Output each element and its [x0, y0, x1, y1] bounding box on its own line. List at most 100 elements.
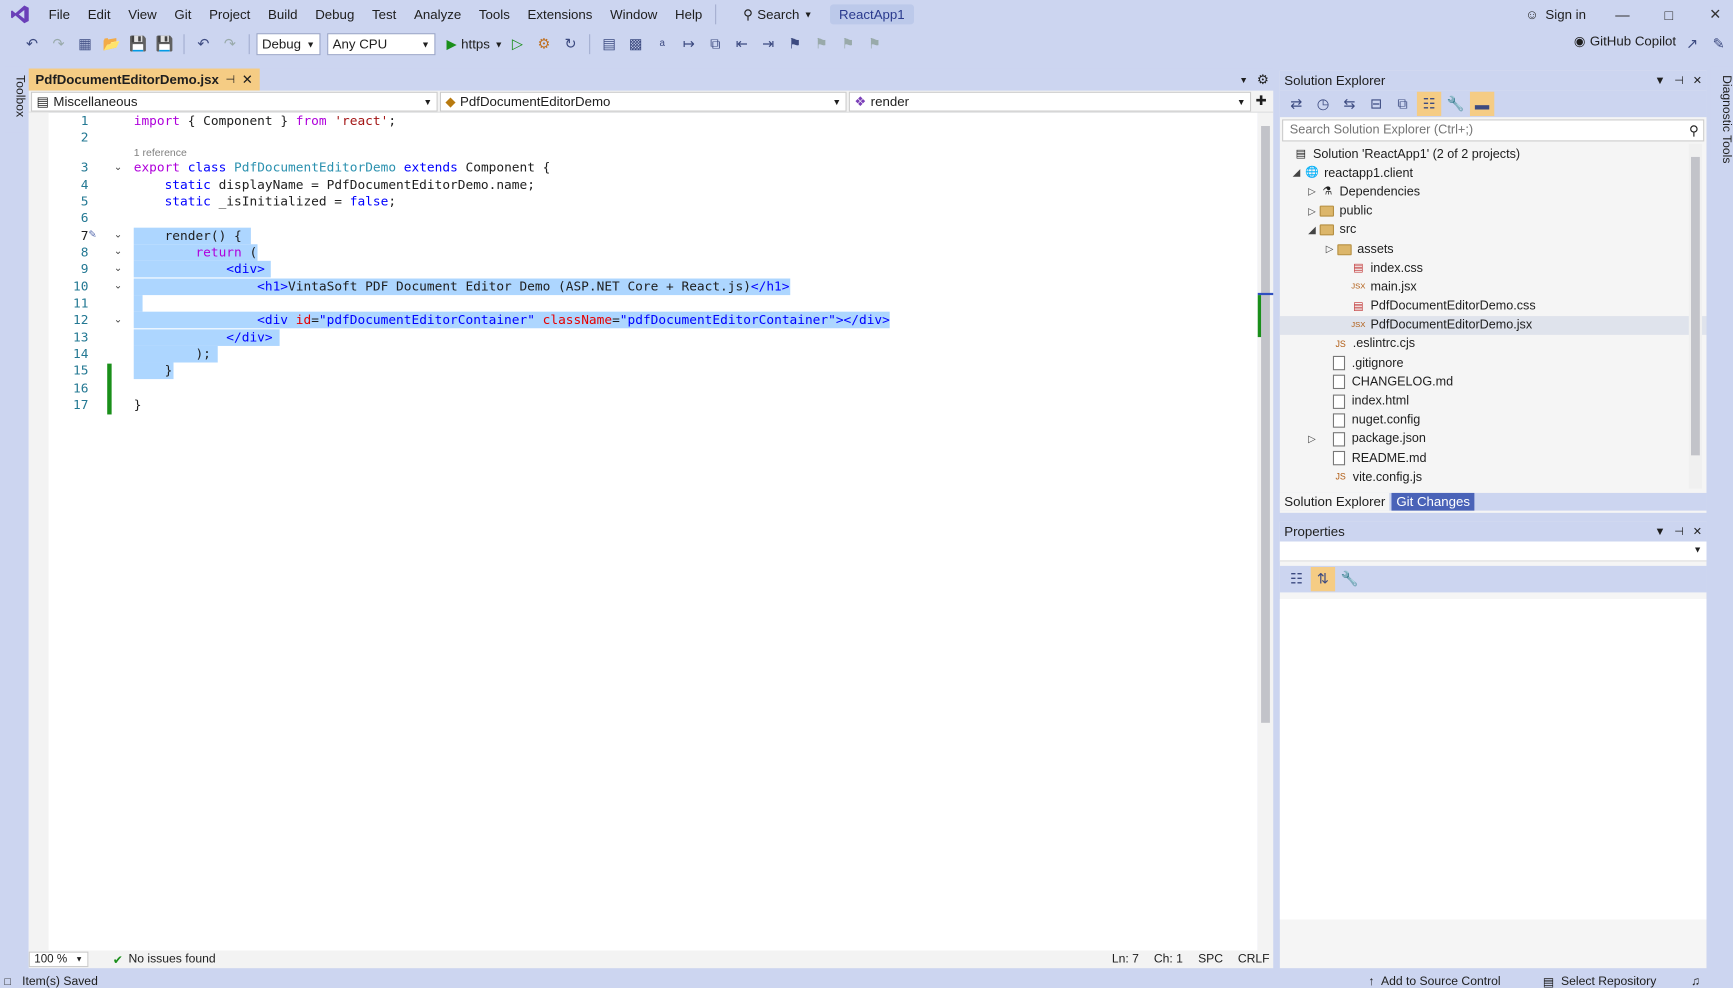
redo-icon[interactable]: ↷	[218, 32, 242, 56]
codelens-references[interactable]: 1 reference	[134, 147, 187, 159]
object-selector[interactable]: ▼	[1279, 541, 1707, 562]
menu-debug[interactable]: Debug	[306, 0, 363, 29]
pin-icon[interactable]: ⊣	[226, 73, 236, 85]
browser-link-icon[interactable]: ▤	[597, 32, 621, 56]
wrench-icon[interactable]: 🔧	[1443, 92, 1467, 116]
preview-icon[interactable]: ▬	[1469, 91, 1495, 117]
tree-item-gitignore[interactable]: .gitignore	[1280, 354, 1707, 373]
project-dropdown[interactable]: ▤ Miscellaneous ▼	[30, 91, 438, 112]
tree-item-dependencies[interactable]: ▷ ⚗ Dependencies	[1280, 183, 1707, 202]
add-to-source-control-button[interactable]: ↑ Add to Source Control	[1368, 975, 1500, 988]
menu-extensions[interactable]: Extensions	[519, 0, 602, 29]
forward-icon[interactable]: ↷	[46, 32, 70, 56]
history-icon[interactable]: ◷	[1311, 92, 1335, 116]
tree-item-changelog[interactable]: CHANGELOG.md	[1280, 373, 1707, 392]
minimize-button[interactable]: —	[1598, 0, 1647, 29]
property-grid[interactable]	[1279, 599, 1707, 920]
collapsed-caret-icon[interactable]: ▷	[1304, 186, 1319, 198]
platform-dropdown[interactable]: Any CPU ▼	[327, 33, 436, 56]
new-project-icon[interactable]: ▦	[73, 32, 97, 56]
toolbox-tab[interactable]: Toolbox	[4, 66, 27, 133]
editor-vertical-scrollbar[interactable]	[1257, 112, 1274, 951]
sign-in-button[interactable]: ☺ Sign in	[1525, 0, 1586, 29]
scrollbar-thumb[interactable]	[1691, 156, 1700, 456]
show-all-icon[interactable]: ⧉	[1390, 92, 1414, 116]
menu-help[interactable]: Help	[666, 0, 711, 29]
collapsed-caret-icon[interactable]: ▷	[1322, 243, 1337, 255]
issues-indicator[interactable]: ✔ No issues found	[113, 952, 216, 967]
github-copilot-button[interactable]: ◉ GitHub Copilot	[1574, 33, 1676, 48]
tree-item-assets[interactable]: ▷ assets	[1280, 240, 1707, 259]
collapsed-caret-icon[interactable]: ▷	[1304, 205, 1319, 217]
alphabetical-icon[interactable]: ⇅	[1310, 566, 1336, 592]
tree-item-solution[interactable]: ▤ Solution 'ReactApp1' (2 of 2 projects)	[1280, 145, 1707, 164]
layout-icon[interactable]: ▩	[624, 32, 648, 56]
search-button[interactable]: ⚲ Search ▼	[734, 0, 821, 29]
outdent-icon[interactable]: ⇤	[730, 32, 754, 56]
collapse-icon[interactable]: ⌄	[114, 280, 122, 292]
expanded-caret-icon[interactable]: ◢	[1304, 224, 1319, 236]
tab-pdfdocumenteditordemo-jsx[interactable]: PdfDocumentEditorDemo.jsx ⊣ ✕	[28, 68, 260, 91]
tree-item-main-jsx[interactable]: JSX main.jsx	[1280, 278, 1707, 297]
solution-search-input[interactable]	[1287, 122, 1642, 139]
dropdown-icon[interactable]: ▼	[1655, 75, 1666, 87]
tree-item-package-json[interactable]: ▷ package.json	[1280, 430, 1707, 449]
close-icon[interactable]: ✕	[242, 72, 253, 87]
menu-file[interactable]: File	[40, 0, 79, 29]
swap-icon[interactable]: ⇆	[1337, 92, 1361, 116]
open-folder-icon[interactable]: 📂	[99, 32, 123, 56]
solution-search-box[interactable]: ⚲	[1282, 119, 1705, 142]
feedback-icon[interactable]: ✎	[1706, 32, 1730, 56]
refresh-icon[interactable]: ↻	[558, 32, 582, 56]
dropdown-icon[interactable]: ▼	[1655, 526, 1666, 538]
menu-analyze[interactable]: Analyze	[405, 0, 470, 29]
pin-icon[interactable]: ⊣	[1674, 526, 1684, 538]
collapse-icon[interactable]: ⌄	[114, 314, 122, 326]
tree-item-vite-config[interactable]: JS vite.config.js	[1280, 468, 1707, 487]
menu-view[interactable]: View	[119, 0, 165, 29]
tab-git-changes[interactable]: Git Changes	[1391, 492, 1475, 511]
collapsed-caret-icon[interactable]: ▷	[1304, 433, 1319, 445]
categorized-icon[interactable]: ☷	[1284, 567, 1308, 591]
notifications-icon[interactable]: ♫	[1691, 975, 1700, 988]
share-icon[interactable]: ↗	[1680, 32, 1704, 56]
configuration-dropdown[interactable]: Debug ▼	[256, 33, 321, 56]
collapse-icon[interactable]: ⌄	[114, 229, 122, 241]
type-dropdown[interactable]: ◆ PdfDocumentEditorDemo ▼	[439, 91, 847, 112]
close-icon[interactable]: ✕	[1693, 75, 1702, 87]
expanded-caret-icon[interactable]: ◢	[1289, 167, 1304, 179]
save-all-icon[interactable]: 💾	[153, 32, 177, 56]
start-without-debugging-icon[interactable]: ▷	[505, 32, 529, 56]
undo-icon[interactable]: ↶	[191, 32, 215, 56]
tree-item-project[interactable]: ◢ 🌐 reactapp1.client	[1280, 164, 1707, 183]
back-icon[interactable]: ↶	[20, 32, 44, 56]
tab-solution-explorer[interactable]: Solution Explorer	[1279, 492, 1390, 511]
collapse-all-icon[interactable]: ⊟	[1364, 92, 1388, 116]
tree-item-index-css[interactable]: ▤ index.css	[1280, 259, 1707, 278]
indent-icon[interactable]: ⇥	[756, 32, 780, 56]
whitespace-mode[interactable]: SPC	[1198, 953, 1223, 966]
bookmark-icon[interactable]: ⚑	[783, 32, 807, 56]
scrollbar-thumb[interactable]	[1261, 125, 1270, 723]
collapse-icon[interactable]: ⌄	[114, 161, 122, 173]
step-icon[interactable]: ↦	[677, 32, 701, 56]
collapse-icon[interactable]: ⌄	[114, 245, 122, 257]
menu-build[interactable]: Build	[259, 0, 306, 29]
menu-git[interactable]: Git	[166, 0, 201, 29]
tree-item-nuget-config[interactable]: nuget.config	[1280, 411, 1707, 430]
tree-item-eslintrc[interactable]: JS .eslintrc.cjs	[1280, 335, 1707, 354]
menu-window[interactable]: Window	[601, 0, 666, 29]
tree-item-src[interactable]: ◢ src	[1280, 221, 1707, 240]
save-icon[interactable]: 💾	[126, 32, 150, 56]
menu-test[interactable]: Test	[363, 0, 405, 29]
hot-reload-icon[interactable]: ⚙	[532, 32, 556, 56]
tree-item-index-html[interactable]: index.html	[1280, 392, 1707, 411]
maximize-button[interactable]: □	[1645, 0, 1694, 29]
bookmark-next-icon[interactable]: ⚑	[836, 32, 860, 56]
select-repository-button[interactable]: ▤ Select Repository	[1543, 974, 1656, 988]
filter-icon[interactable]: ☷	[1416, 91, 1442, 117]
tree-item-public[interactable]: ▷ public	[1280, 202, 1707, 221]
tree-item-readme[interactable]: README.md	[1280, 449, 1707, 468]
member-dropdown[interactable]: ❖ render ▼	[848, 91, 1252, 112]
bookmark-clear-icon[interactable]: ⚑	[862, 32, 886, 56]
